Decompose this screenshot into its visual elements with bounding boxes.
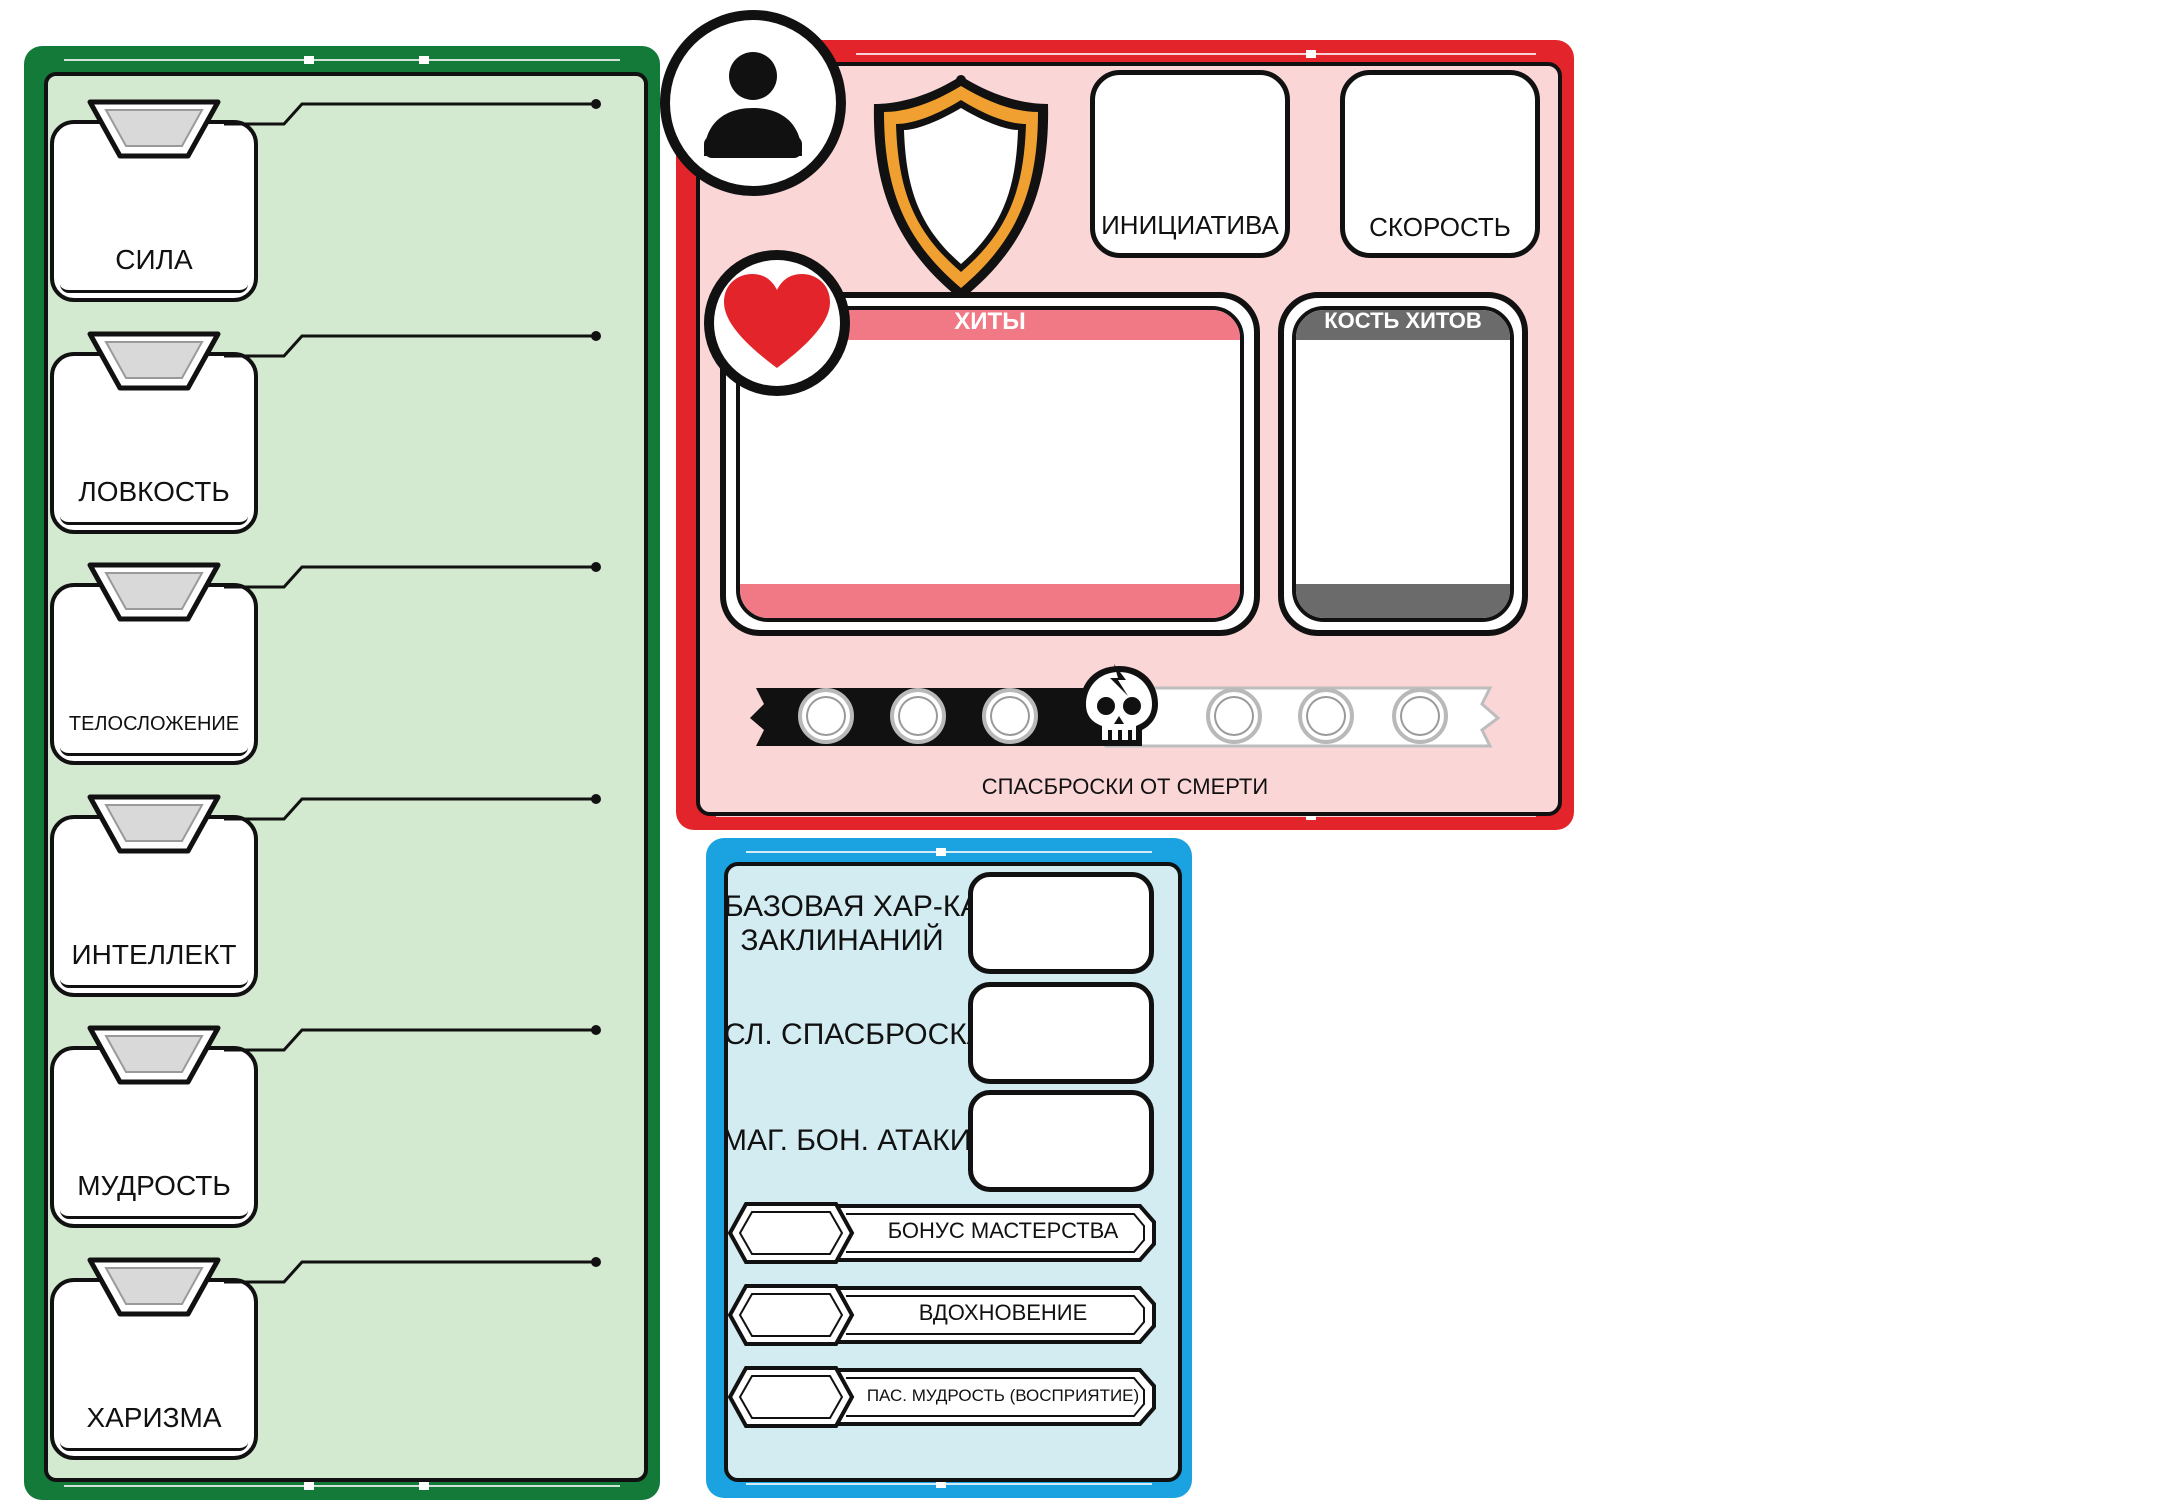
proficiency-bonus-field[interactable] [726, 1200, 856, 1266]
spell-save-dc-label: СЛ. СПАСБРОСКА [724, 1018, 987, 1051]
ability-label: МУДРОСТЬ [77, 1170, 231, 1202]
death-save-failure-3[interactable] [982, 688, 1038, 744]
ability-row: ТЕЛОСЛОЖЕНИЕ [24, 557, 660, 766]
ability-row: ЛОВКОСТЬ [24, 326, 660, 534]
ability-row: ХАРИЗМА [24, 1252, 660, 1460]
ability-skills-connector [224, 789, 644, 829]
heart-icon [724, 274, 830, 368]
user-icon [704, 52, 802, 158]
ability-modifier-badge[interactable] [84, 94, 224, 164]
spell-ability-label-line1: БАЗОВАЯ ХАР-КА [724, 890, 981, 923]
passive-wisdom-slot: ПАС. МУДРОСТЬ (ВОСПРИЯТИЕ) [726, 1364, 1156, 1430]
death-save-success-1[interactable] [1206, 688, 1262, 744]
abilities-panel: СИЛА ЛОВКОСТЬ ТЕЛОСЛОЖЕНИЕ ИНТЕЛЛЕКТ МУДРОСТ… [24, 46, 660, 1500]
proficiency-bonus-label: БОНУС МАСТЕРСТВА [887, 1218, 1119, 1243]
proficiency-bonus-slot: БОНУС МАСТЕРСТВА [726, 1200, 1156, 1266]
ability-modifier-badge[interactable] [84, 1020, 224, 1090]
ability-label: ИНТЕЛЛЕКТ [71, 938, 237, 970]
ability-label: ХАРИЗМА [86, 1402, 222, 1433]
spell-ability-label-line2: ЗАКЛИНАНИЙ [740, 924, 944, 957]
inspiration-field[interactable] [726, 1282, 856, 1348]
death-save-success-3[interactable] [1392, 688, 1448, 744]
hit-dice-field[interactable]: КОСТЬ ХИТОВ [1278, 292, 1528, 636]
ability-row: ИНТЕЛЛЕКТ [24, 789, 660, 997]
spell-attack-bonus-label: МАГ. БОН. АТАКИ [722, 1124, 972, 1157]
death-saves-label: СПАСБРОСКИ ОТ СМЕРТИ [981, 774, 1269, 799]
hit-dice-inner [1292, 306, 1514, 622]
spellcasting-panel: БАЗОВАЯ ХАР-КА ЗАКЛИНАНИЙ СЛ. СПАСБРОСКА… [706, 838, 1192, 1498]
passive-wisdom-field[interactable] [726, 1364, 856, 1430]
ability-skills-connector [224, 557, 644, 597]
hp-footer-bar [740, 584, 1240, 618]
death-save-failure-2[interactable] [890, 688, 946, 744]
ability-modifier-badge[interactable] [84, 557, 224, 627]
passive-wisdom-label: ПАС. МУДРОСТЬ (ВОСПРИЯТИЕ) [866, 1386, 1140, 1405]
ability-label: ЛОВКОСТЬ [78, 475, 230, 507]
hit-dice-label: КОСТЬ ХИТОВ [1324, 308, 1482, 333]
inspiration-slot: ВДОХНОВЕНИЕ [726, 1282, 1156, 1348]
ability-label: СИЛА [115, 244, 193, 275]
ability-skills-connector [224, 1020, 644, 1060]
ability-skills-connector [224, 326, 644, 366]
hit-dice-footer-bar [1296, 584, 1510, 618]
ability-row: МУДРОСТЬ [24, 1020, 660, 1229]
spell-ability-field[interactable] [968, 872, 1154, 974]
portrait-badge[interactable] [660, 10, 846, 196]
spell-save-dc-field[interactable] [968, 982, 1154, 1084]
ability-skills-connector [224, 94, 644, 134]
ability-skills-connector [224, 1252, 644, 1292]
initiative-label: ИНИЦИАТИВА [1101, 210, 1279, 240]
shield-icon [873, 75, 1049, 300]
speed-label: СКОРОСТЬ [1369, 212, 1511, 242]
spell-attack-bonus-field[interactable] [968, 1090, 1154, 1192]
ability-modifier-badge[interactable] [84, 789, 224, 859]
ability-label: ТЕЛОСЛОЖЕНИЕ [68, 713, 240, 736]
death-save-failure-1[interactable] [798, 688, 854, 744]
death-save-success-2[interactable] [1298, 688, 1354, 744]
ability-modifier-badge[interactable] [84, 326, 224, 396]
ability-row: СИЛА [24, 94, 660, 302]
ability-modifier-badge[interactable] [84, 1252, 224, 1322]
skull-icon [1074, 658, 1164, 754]
armor-class-field[interactable] [866, 68, 1056, 308]
inspiration-label: ВДОХНОВЕНИЕ [918, 1300, 1088, 1325]
hp-heart-badge [704, 250, 850, 396]
